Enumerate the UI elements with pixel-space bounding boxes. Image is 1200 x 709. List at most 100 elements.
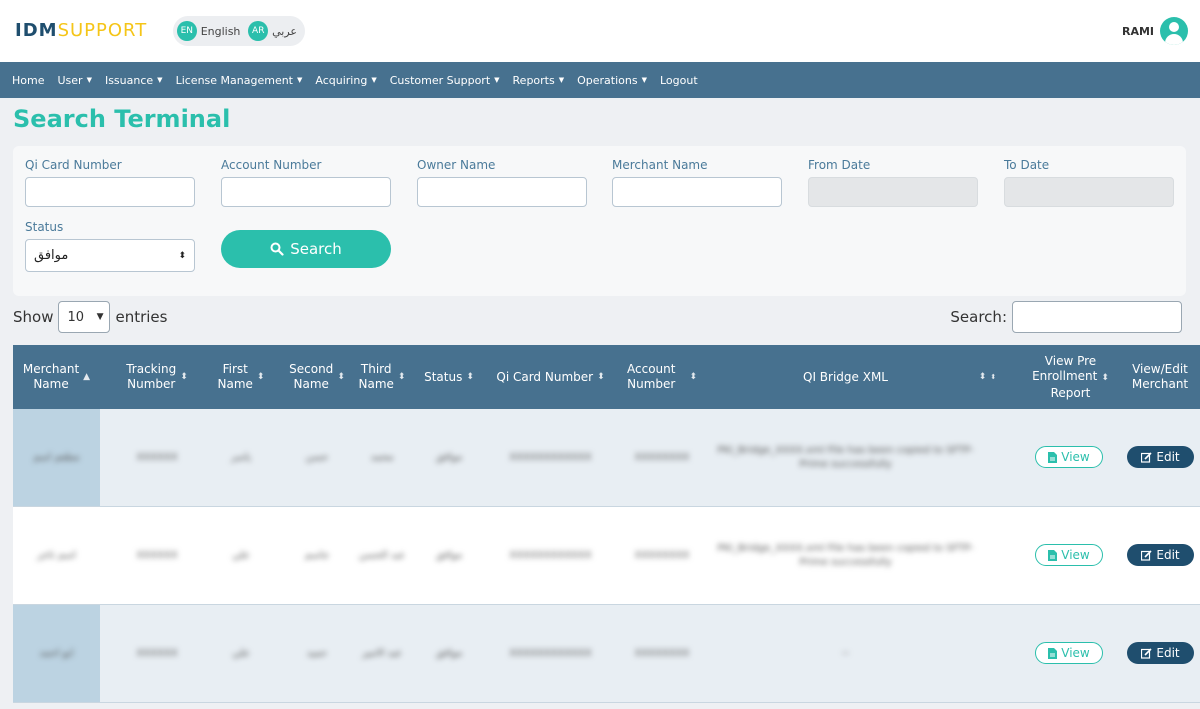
nav-user[interactable]: User ▼ [57,74,91,87]
nav-customer-support[interactable]: Customer Support ▼ [390,74,500,87]
hdr-status: Status [424,369,463,384]
cell-merchant-name: ابو احمد [39,647,74,659]
brand-logo-part1: IDM [15,20,58,41]
col-view-pre-enrollment[interactable]: View Pre Enrollment ⬍ Report [1028,345,1113,409]
caret-down-icon: ▼ [297,75,303,84]
nav-logout[interactable]: Logout [660,74,698,87]
document-icon [1048,549,1058,561]
cell-status: موافق [435,549,463,561]
nav-operations-label: Operations [577,73,638,87]
merchant-name-label: Merchant Name [612,158,708,172]
hdr-third-1: Third [360,362,392,376]
edit-merchant-button[interactable]: Edit [1127,642,1194,664]
hdr-merchant-2: Name [33,377,69,391]
owner-name-input[interactable] [417,177,587,207]
view-report-button[interactable]: View [1035,544,1103,566]
cell-qi-bridge-xml: -- [841,647,850,659]
col-view-edit-label: View/Edit Merchant [1132,362,1188,392]
nav-license-management[interactable]: License Management ▼ [176,74,303,87]
table-search-label: Search: [950,308,1007,326]
hdr-tracking-2: Number [127,377,176,391]
hdr-view-pre-3: Report [1050,385,1091,400]
english-chip[interactable]: EN [177,21,197,41]
col-tracking-number[interactable]: Tracking Number ⬍ [108,345,206,409]
edit-button-label: Edit [1156,548,1180,562]
account-number-input[interactable] [221,177,391,207]
view-report-button[interactable]: View [1035,446,1103,468]
sort-icon: ⬍ [689,371,697,382]
cell-status: موافق [435,647,463,659]
cell-first-name: ياسر [231,451,251,463]
merchant-name-field: Merchant Name [612,158,782,207]
col-status[interactable]: Status ⬍ [418,345,480,409]
col-view-edit-merchant[interactable]: View/Edit Merchant [1121,345,1199,409]
main-navbar: Home User ▼ Issuance ▼ License Management ▼… [0,62,1200,98]
edit-merchant-button[interactable]: Edit [1127,446,1194,468]
edit-icon [1141,647,1152,659]
col-merchant-name[interactable]: Merchant Name ▲ [13,345,100,409]
hdr-tracking-1: Tracking [126,362,177,376]
nav-license-label: License Management [175,73,293,87]
edit-merchant-button[interactable]: Edit [1127,544,1194,566]
hdr-view-pre-1: View Pre [1044,353,1097,368]
table-search-input[interactable] [1012,301,1182,333]
hdr-second-2: Name [293,377,329,391]
nav-acquiring[interactable]: Acquiring ▼ [315,74,376,87]
nav-user-label: User [57,73,83,87]
view-button-label: View [1061,646,1090,660]
col-third-name[interactable]: Third Name ⬍ [356,345,408,409]
col-account-label: Account Number [627,362,675,392]
user-menu[interactable]: RAMI [1122,17,1188,45]
user-name: RAMI [1121,24,1154,38]
nav-home[interactable]: Home [12,74,44,87]
brand-logo[interactable]: IDMSUPPORT [15,20,147,41]
select-arrows-icon: ⬍ [178,250,186,261]
nav-acquiring-label: Acquiring [315,73,368,87]
col-account-number[interactable]: Account Number ⬍ [618,345,706,409]
edit-button-label: Edit [1156,646,1180,660]
nav-reports-label: Reports [512,73,555,87]
cell-second-name: حميد [306,647,328,659]
col-qi-bridge-xml[interactable]: QI Bridge XML [713,345,978,409]
col-qi-card-number[interactable]: Qi Card Number ⬍ [488,345,613,409]
search-button[interactable]: Search [221,230,391,268]
col-second-name[interactable]: Second Name ⬍ [278,345,356,409]
status-field: Status موافق ⬍ [25,220,195,272]
search-form: Qi Card Number Account Number Owner Name… [13,146,1186,296]
sort-icon: ⬍ [597,371,605,382]
status-select[interactable]: موافق ⬍ [25,239,195,272]
page-length-value: 10 [67,309,85,325]
page-title: Search Terminal [13,105,231,133]
qi-card-input[interactable] [25,177,195,207]
nav-operations[interactable]: Operations ▼ [577,74,647,87]
english-option[interactable]: English [201,25,241,38]
hdr-first-1: First [222,362,248,376]
view-report-button[interactable]: View [1035,642,1103,664]
arabic-option[interactable]: عربي [272,25,297,38]
merchant-name-input[interactable] [612,177,782,207]
page-length-select[interactable]: 10 ▼ [58,301,111,333]
language-switcher: EN English AR عربي [173,16,305,46]
account-number-field: Account Number [221,158,391,207]
edit-button-label: Edit [1156,450,1180,464]
col-blank-sort[interactable]: ⬍ ⬍ [968,345,1003,409]
from-date-label: From Date [808,158,871,172]
cell-status: موافق [435,451,463,463]
hdr-qi-bridge: QI Bridge XML [803,369,888,384]
nav-issuance[interactable]: Issuance ▼ [105,74,163,87]
arabic-chip[interactable]: AR [248,21,269,41]
col-view-pre-label: View Pre Enrollment ⬍ Report [1032,354,1109,401]
search-button-label: Search [290,240,342,258]
sort-asc-icon: ▲ [83,371,91,382]
sort-icon: ⬍ [990,372,997,381]
show-entries: Show 10 ▼ entries [13,301,167,333]
from-date-input[interactable] [808,177,978,207]
col-first-name[interactable]: First Name ⬍ [211,345,271,409]
to-date-input[interactable] [1004,177,1174,207]
nav-reports[interactable]: Reports ▼ [513,74,565,87]
cell-qi-card-number: XXXXXXXXXXXX [509,451,592,463]
chevron-down-icon: ▼ [96,312,104,322]
avatar-icon[interactable] [1160,17,1188,45]
hdr-view-pre-2: Enrollment [1032,368,1098,383]
hdr-view-edit-2: Merchant [1131,377,1189,391]
